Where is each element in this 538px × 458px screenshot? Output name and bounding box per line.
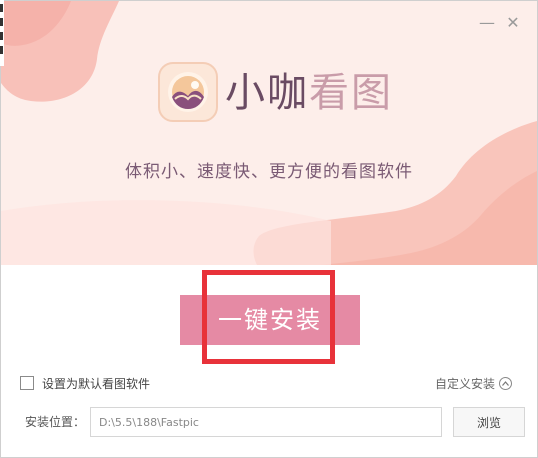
app-tagline: 体积小、速度快、更方便的看图软件 xyxy=(125,162,413,182)
app-logo xyxy=(157,61,219,123)
install-path-label: 安装位置： xyxy=(25,415,86,429)
app-title-part2: 看图 xyxy=(309,70,393,116)
close-button[interactable]: ✕ xyxy=(501,11,525,35)
custom-install-label: 自定义安装 xyxy=(435,376,496,391)
app-title: 小咖看图 xyxy=(225,67,393,119)
hero-banner: — ✕ 小咖看图 体积小、速度快、更方便的看图软件 xyxy=(1,1,537,265)
camera-lens-icon xyxy=(158,62,218,122)
custom-install-toggle[interactable]: 自定义安装 xyxy=(435,374,513,392)
chevron-up-icon xyxy=(499,376,513,390)
default-viewer-label: 设置为默认看图软件 xyxy=(42,376,151,391)
minimize-button[interactable]: — xyxy=(475,11,499,35)
one-click-install-button[interactable]: 一键安装 xyxy=(180,295,360,345)
desktop-background xyxy=(0,0,4,66)
default-viewer-checkbox[interactable] xyxy=(20,376,34,390)
browse-button[interactable]: 浏览 xyxy=(453,407,525,437)
background-blobs xyxy=(1,1,537,265)
installer-window: — ✕ 小咖看图 体积小、速度快、更方便的看图软件 一键安装 设置为默认看图软件… xyxy=(0,0,538,458)
app-title-part1: 小咖 xyxy=(225,70,309,116)
install-path-input[interactable] xyxy=(90,407,442,437)
default-viewer-option[interactable]: 设置为默认看图软件 xyxy=(20,374,150,392)
